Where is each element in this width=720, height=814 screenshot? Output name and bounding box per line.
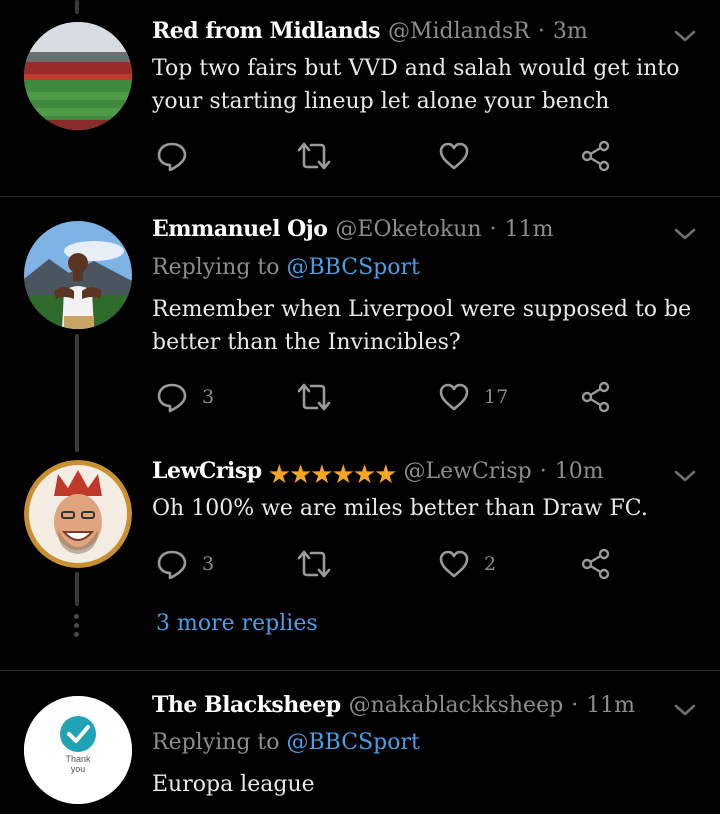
share-icon [581, 548, 610, 580]
like-heart-icon [439, 142, 469, 170]
like-count: 17 [484, 386, 509, 408]
share-button[interactable] [580, 380, 612, 414]
reply-button[interactable] [156, 139, 188, 173]
tweet-header: The Blacksheep @nakablackksheep · 11m [152, 692, 660, 726]
display-name[interactable]: Emmanuel Ojo [152, 216, 328, 242]
tweet-header: LewCrisp ★★★★★★ @LewCrisp · 10m [152, 458, 660, 492]
display-name[interactable]: The Blacksheep [152, 692, 341, 718]
timestamp[interactable]: 3m [553, 19, 588, 44]
retweet-button[interactable] [296, 139, 332, 173]
share-icon [581, 140, 610, 172]
replying-to: Replying to @BBCSport [152, 730, 420, 755]
divider [0, 670, 720, 671]
thread-connector [75, 572, 79, 606]
like-heart-icon [439, 550, 469, 578]
chevron-down-icon[interactable] [672, 224, 698, 244]
separator-dot: · [489, 217, 497, 242]
like-heart-icon [439, 383, 469, 411]
user-handle[interactable]: @MidlandsR [388, 19, 530, 44]
retweet-icon [297, 142, 331, 170]
share-button[interactable] [580, 547, 612, 581]
reply-button[interactable]: 3 [156, 547, 214, 581]
reply-icon [157, 142, 187, 172]
tweet-actions [156, 139, 626, 173]
chevron-down-icon[interactable] [672, 26, 698, 46]
like-count: 2 [484, 553, 497, 575]
tweet-text: Remember when Liverpool were supposed to… [152, 297, 692, 355]
retweet-icon [297, 550, 331, 578]
more-replies-link[interactable]: 3 more replies [156, 611, 318, 636]
user-handle[interactable]: @nakablackksheep [349, 693, 564, 718]
replying-to: Replying to @BBCSport [152, 255, 420, 280]
thread-connector-top [75, 0, 79, 14]
reply-count: 3 [202, 553, 215, 575]
retweet-button[interactable] [296, 380, 332, 414]
share-button[interactable] [580, 139, 612, 173]
tweet-header: Red from Midlands @MidlandsR · 3m [152, 18, 660, 52]
user-handle[interactable]: @LewCrisp [404, 459, 532, 484]
replying-to-link[interactable]: @BBCSport [287, 255, 420, 280]
timestamp[interactable]: 10m [555, 459, 604, 484]
avatar[interactable]: Thank you [24, 696, 132, 804]
star-rating-emoji: ★★★★★★ [267, 460, 398, 490]
like-button[interactable] [438, 139, 470, 173]
tweet-text: Oh 100% we are miles better than Draw FC… [152, 496, 648, 521]
thread-connector [75, 334, 79, 452]
retweet-button[interactable] [296, 547, 332, 581]
separator-dot: · [537, 19, 545, 44]
display-name[interactable]: Red from Midlands [152, 18, 380, 44]
reply-count: 3 [202, 386, 215, 408]
stadium-photo-avatar [24, 22, 132, 130]
reply-icon [157, 383, 187, 413]
man-outdoors-photo-avatar [24, 221, 132, 329]
replying-prefix: Replying to [152, 730, 280, 755]
display-name[interactable]: LewCrisp [152, 458, 262, 484]
replying-prefix: Replying to [152, 255, 280, 280]
thank-you-check-avatar: Thank you [24, 696, 132, 804]
divider [0, 196, 720, 197]
tweet-text: Europa league [152, 772, 315, 797]
reply-button[interactable]: 3 [156, 380, 214, 414]
separator-dot: · [539, 459, 547, 484]
tweet-actions: 3 17 [156, 380, 626, 414]
avatar[interactable] [24, 22, 132, 130]
separator-dot: · [571, 693, 579, 718]
avatar[interactable] [24, 460, 132, 568]
tweet-text: Top two fairs but VVD and salah would ge… [152, 56, 680, 114]
user-handle[interactable]: @EOketokun [335, 217, 481, 242]
share-icon [581, 381, 610, 413]
like-button[interactable]: 2 [438, 547, 496, 581]
thread-collapse-dots [74, 614, 80, 637]
replying-to-link[interactable]: @BBCSport [287, 730, 420, 755]
like-button[interactable]: 17 [438, 380, 508, 414]
timestamp[interactable]: 11m [586, 693, 635, 718]
tweet-actions: 3 2 [156, 547, 626, 581]
retweet-icon [297, 383, 331, 411]
avatar-caption-line1: Thank [65, 754, 91, 764]
reply-icon [157, 550, 187, 580]
avatar-caption-line2: you [71, 764, 86, 774]
chevron-down-icon[interactable] [672, 466, 698, 486]
crowned-man-photo-avatar [24, 460, 132, 568]
chevron-down-icon[interactable] [672, 700, 698, 720]
avatar[interactable] [24, 221, 132, 329]
tweet-header: Emmanuel Ojo @EOketokun · 11m [152, 216, 660, 250]
timestamp[interactable]: 11m [505, 217, 554, 242]
